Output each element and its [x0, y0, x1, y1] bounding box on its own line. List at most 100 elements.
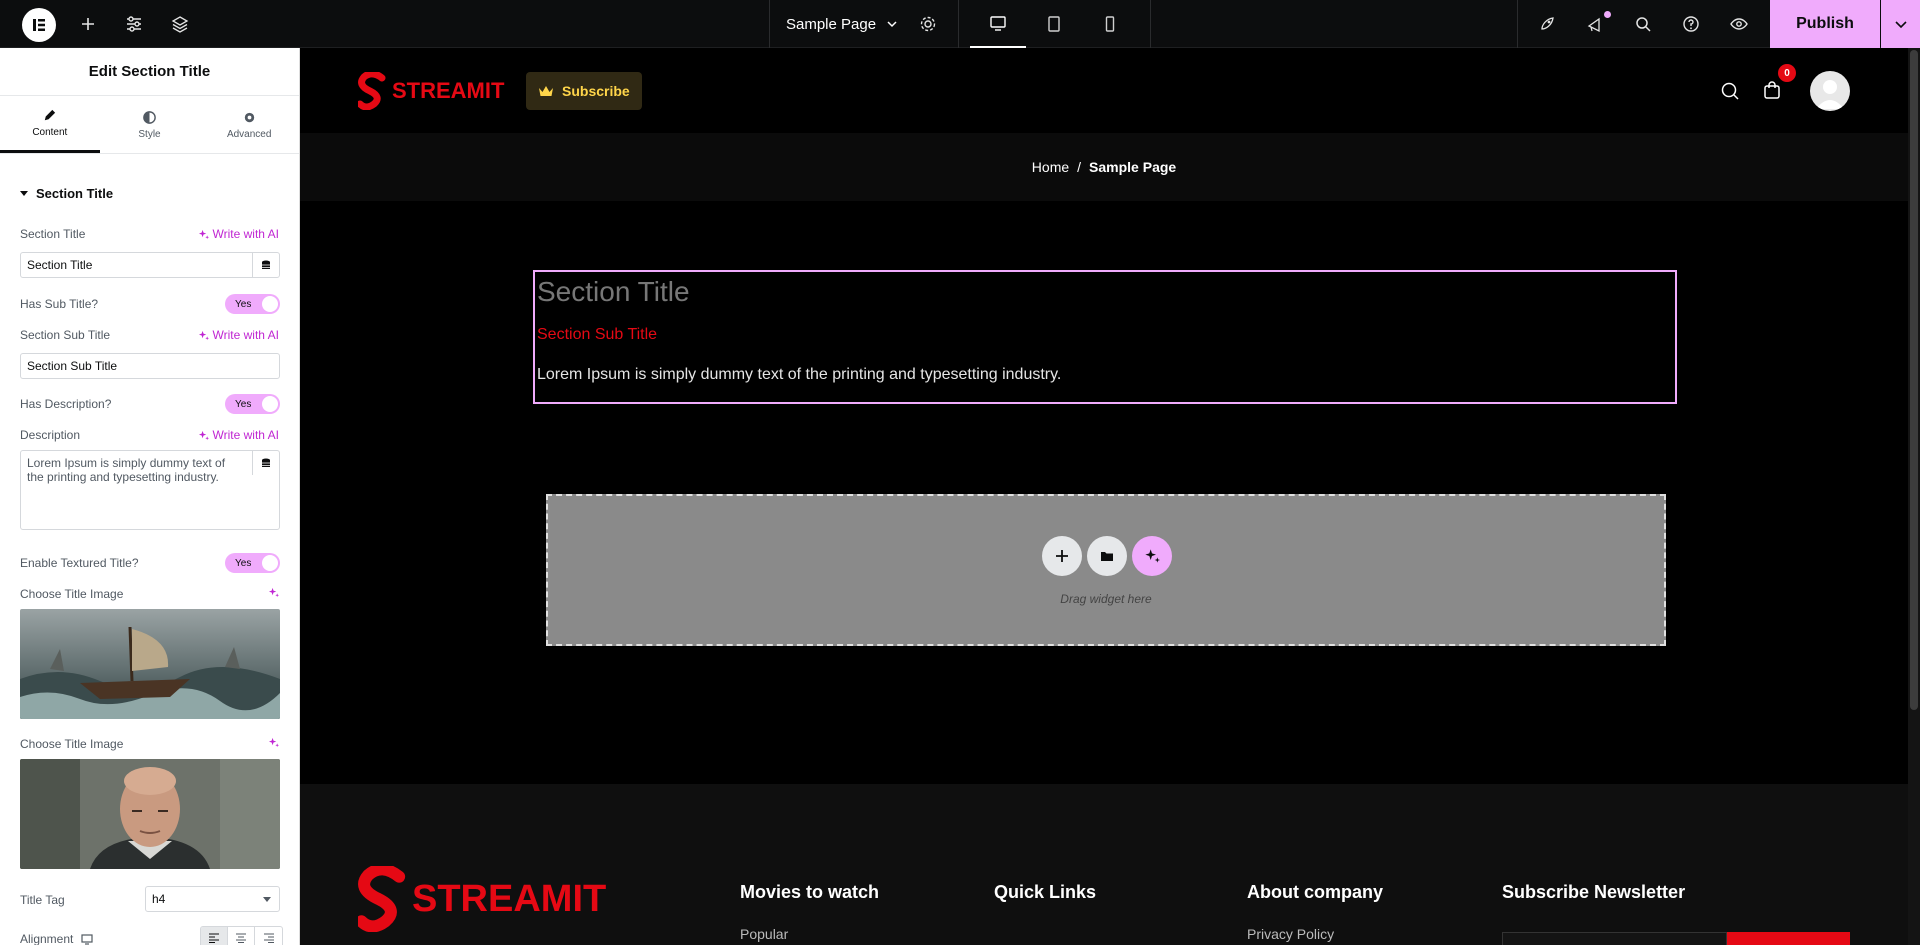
site-search-button[interactable]: [1720, 81, 1740, 101]
publish-button[interactable]: Publish: [1770, 0, 1880, 48]
footer-link[interactable]: Popular: [740, 926, 788, 942]
add-element-button[interactable]: [72, 0, 104, 48]
device-mobile[interactable]: [1082, 0, 1138, 48]
editor-panel: Edit Section Title Content Style Advance…: [0, 48, 300, 945]
panel-tabs: Content Style Advanced: [0, 96, 299, 154]
tab-advanced[interactable]: Advanced: [199, 96, 299, 153]
tab-style-label: Style: [138, 128, 161, 140]
site-logo[interactable]: STREAMIT: [358, 72, 504, 110]
ai-image-button[interactable]: [268, 587, 279, 598]
device-desktop[interactable]: [970, 0, 1026, 48]
title-image-preview-portrait[interactable]: [20, 759, 280, 869]
description-value: Lorem Ipsum is simply dummy text of the …: [27, 456, 226, 484]
footer-col-title: Subscribe Newsletter: [1502, 882, 1686, 902]
choose-image-label: Choose Title Image: [20, 587, 124, 601]
breadcrumb: Home / Sample Page: [300, 133, 1908, 201]
cart-button[interactable]: [1763, 80, 1781, 100]
elementor-logo[interactable]: [22, 8, 56, 42]
dynamic-tags-button[interactable]: [252, 253, 279, 277]
write-with-ai-label: Write with AI: [212, 227, 279, 241]
notification-dot: [1604, 11, 1611, 18]
subtitle-input[interactable]: Section Sub Title: [20, 353, 280, 379]
widget-subtitle[interactable]: Section Sub Title: [537, 326, 657, 344]
tab-content[interactable]: Content: [0, 96, 100, 153]
title-tag-select[interactable]: h4: [145, 886, 280, 912]
help-button[interactable]: [1679, 0, 1703, 48]
description-textarea[interactable]: Lorem Ipsum is simply dummy text of the …: [20, 450, 280, 530]
streamit-s-icon: [358, 866, 406, 932]
contrast-icon: [143, 110, 156, 124]
section-title-value: Section Title: [27, 258, 93, 272]
plus-icon: [1056, 550, 1068, 562]
empty-container-dropzone[interactable]: Drag widget here: [546, 494, 1666, 646]
write-with-ai-link[interactable]: Write with AI: [198, 227, 279, 241]
title-image-preview-ship[interactable]: [20, 609, 280, 719]
newsletter-email-input[interactable]: [1502, 932, 1727, 945]
publish-options-button[interactable]: [1881, 0, 1920, 48]
whats-new-button[interactable]: [1583, 0, 1607, 48]
write-with-ai-link[interactable]: Write with AI: [198, 428, 279, 442]
rocket-icon: [1541, 17, 1554, 30]
section-title-widget[interactable]: Section Title Section Sub Title Lorem Ip…: [533, 270, 1677, 404]
page-settings-button[interactable]: [914, 0, 942, 48]
streamit-s-icon: [358, 72, 386, 110]
section-heading-label: Section Title: [36, 186, 114, 201]
responsive-desktop-icon[interactable]: [81, 933, 93, 945]
preview-button[interactable]: [1727, 0, 1751, 48]
section-title-input[interactable]: Section Title: [20, 252, 280, 278]
page-selector[interactable]: Sample Page: [786, 0, 898, 48]
user-avatar[interactable]: [1810, 71, 1850, 111]
structure-button[interactable]: [164, 0, 196, 48]
tab-advanced-label: Advanced: [226, 128, 272, 140]
caret-down-icon: [20, 190, 28, 196]
write-with-ai-link[interactable]: Write with AI: [198, 328, 279, 342]
textured-title-toggle[interactable]: Yes: [225, 553, 280, 573]
site-footer: STREAMIT Movies to watch Popular Quick L…: [300, 784, 1908, 945]
breadcrumb-home[interactable]: Home: [1032, 159, 1069, 175]
widget-title[interactable]: Section Title: [537, 276, 690, 308]
ai-image-button[interactable]: [268, 737, 279, 748]
canvas-scrollbar[interactable]: [1908, 48, 1920, 945]
subtitle-value: Section Sub Title: [27, 359, 118, 373]
device-tablet[interactable]: [1026, 0, 1082, 48]
has-subtitle-label: Has Sub Title?: [20, 297, 99, 311]
align-left-button[interactable]: [201, 927, 228, 945]
ai-generate-button[interactable]: [1132, 536, 1172, 576]
shopping-bag-icon: [1764, 81, 1780, 99]
add-template-button[interactable]: [1087, 536, 1127, 576]
preview-canvas: STREAMIT Subscribe 0 Home / Sample Page …: [300, 48, 1908, 945]
tab-style[interactable]: Style: [100, 96, 200, 153]
launchpad-button[interactable]: [1535, 0, 1559, 48]
ai-sparkle-icon: [198, 430, 209, 440]
widget-description[interactable]: Lorem Ipsum is simply dummy text of the …: [537, 366, 1061, 384]
site-settings-button[interactable]: [118, 0, 150, 48]
ai-sparkle-icon: [1145, 549, 1160, 563]
section-heading[interactable]: Section Title: [20, 186, 113, 201]
footer-logo[interactable]: STREAMIT: [358, 866, 606, 932]
newsletter-submit-button[interactable]: [1727, 932, 1850, 945]
subscribe-button[interactable]: Subscribe: [526, 72, 642, 110]
help-icon: [1683, 16, 1699, 32]
align-center-button[interactable]: [228, 927, 255, 945]
tab-content-label: Content: [32, 127, 68, 138]
desktop-icon: [990, 16, 1006, 31]
alignment-label-wrap: Alignment: [20, 932, 93, 945]
dropzone-actions: [1042, 536, 1172, 576]
footer-col-title: Quick Links: [994, 882, 1097, 902]
panel-title: Edit Section Title: [0, 48, 299, 96]
footer-brand-name: STREAMIT: [412, 877, 607, 920]
add-widget-button[interactable]: [1042, 536, 1082, 576]
cart-count-badge: 0: [1778, 64, 1796, 82]
has-description-toggle[interactable]: Yes: [225, 394, 280, 414]
finder-button[interactable]: [1631, 0, 1655, 48]
footer-link[interactable]: Privacy Policy: [1247, 926, 1334, 942]
has-subtitle-toggle[interactable]: Yes: [225, 294, 280, 314]
align-right-button[interactable]: [255, 927, 282, 945]
align-right-icon: [263, 933, 274, 943]
scrollbar-thumb[interactable]: [1910, 50, 1918, 710]
dynamic-tags-button[interactable]: [252, 451, 279, 475]
ai-sparkle-icon: [198, 330, 209, 340]
chevron-down-icon: [1894, 21, 1907, 29]
textured-title-label: Enable Textured Title?: [20, 556, 139, 570]
sliders-icon: [127, 16, 141, 32]
